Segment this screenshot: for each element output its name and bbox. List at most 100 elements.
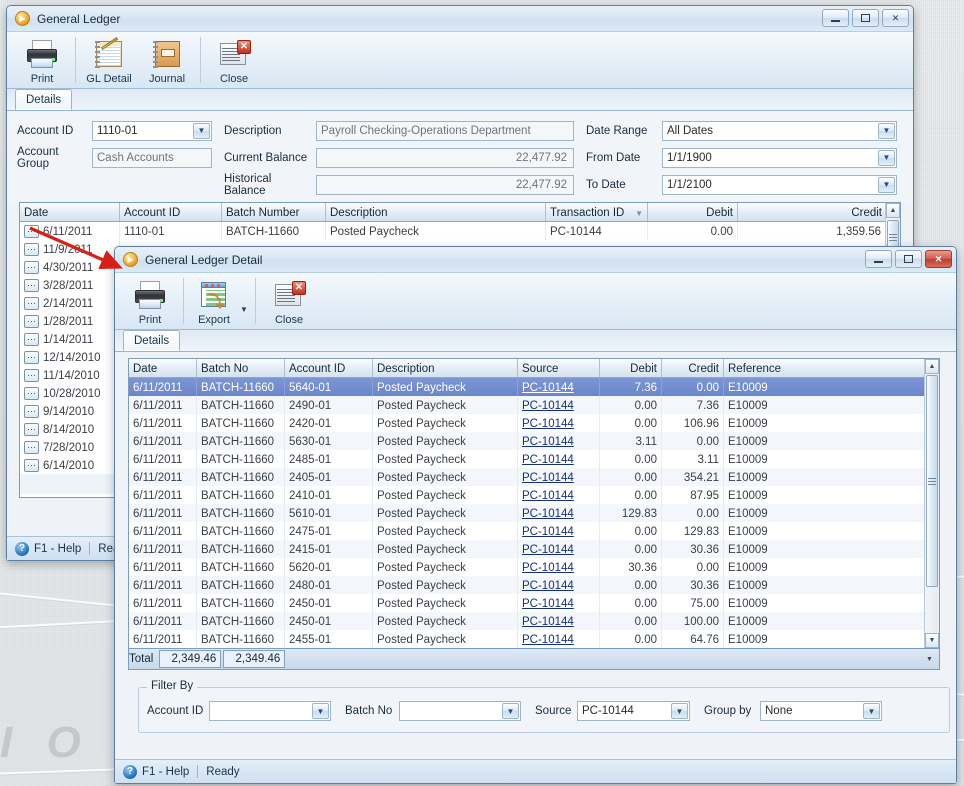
column-header-date[interactable]: Date — [20, 203, 120, 221]
source-link[interactable]: PC-10144 — [522, 526, 574, 538]
source-link[interactable]: PC-10144 — [522, 544, 574, 556]
maximize-icon[interactable] — [852, 9, 879, 27]
scroll-up-icon[interactable]: ▲ — [886, 203, 900, 218]
detail-toolbar[interactable]: Print ⤵ Export ▼ ✕ Close — [115, 273, 956, 330]
table-row[interactable]: 6/11/2011 BATCH-11660 2455-01 Posted Payche… — [129, 630, 939, 648]
chevron-down-icon[interactable]: ▼ — [878, 149, 895, 166]
source-link[interactable]: PC-10144 — [522, 616, 574, 628]
cell-source[interactable]: PC-10144 — [518, 378, 600, 396]
column-header-debit[interactable]: Debit — [600, 359, 662, 377]
journal-button[interactable]: Journal — [138, 35, 196, 87]
column-header-credit[interactable]: Credit — [662, 359, 724, 377]
source-link[interactable]: PC-10144 — [522, 472, 574, 484]
chevron-down-icon[interactable]: ▼ — [878, 122, 895, 139]
close-icon[interactable]: ✕ — [925, 250, 952, 268]
source-link[interactable]: PC-10144 — [522, 580, 574, 592]
minimize-icon[interactable] — [822, 9, 849, 27]
ellipsis-drilldown-icon[interactable]: ··· — [24, 387, 39, 400]
column-header-batch-number[interactable]: Batch Number — [222, 203, 326, 221]
ellipsis-drilldown-icon[interactable]: ··· — [24, 405, 39, 418]
maximize-icon[interactable] — [895, 250, 922, 268]
ellipsis-drilldown-icon[interactable]: ··· — [24, 351, 39, 364]
column-header-source[interactable]: Source — [518, 359, 600, 377]
cell-source[interactable]: PC-10144 — [518, 612, 600, 630]
chevron-down-icon[interactable]: ▼ — [240, 305, 251, 314]
source-link[interactable]: PC-10144 — [522, 436, 574, 448]
source-link[interactable]: PC-10144 — [522, 382, 574, 394]
table-row[interactable]: 6/11/2011 BATCH-11660 2410-01 Posted Payche… — [129, 486, 939, 504]
tab-details[interactable]: Details — [15, 89, 73, 110]
table-row[interactable]: 6/11/2011 BATCH-11660 5620-01 Posted Payche… — [129, 558, 939, 576]
column-header-date[interactable]: Date — [129, 359, 197, 377]
column-header-credit[interactable]: Credit — [738, 203, 886, 221]
filter-source-combo[interactable]: PC-10144 ▼ — [577, 701, 690, 721]
cell-source[interactable]: PC-10144 — [518, 396, 600, 414]
filter-batch-no-combo[interactable]: ▼ — [399, 701, 521, 721]
from-date-combo[interactable]: 1/1/1900 ▼ — [662, 147, 897, 168]
main-help-label[interactable]: F1 - Help — [34, 543, 81, 555]
table-row[interactable]: 6/11/2011 BATCH-11660 2475-01 Posted Payche… — [129, 522, 939, 540]
cell-source[interactable]: PC-10144 — [518, 468, 600, 486]
filter-group-by-combo[interactable]: None ▼ — [760, 701, 882, 721]
export-button[interactable]: ⤵ Export — [188, 276, 240, 328]
main-window-buttons[interactable]: ✕ — [822, 9, 909, 27]
main-toolbar[interactable]: Print GL Detail Journal ✕ Close — [7, 32, 913, 89]
table-row[interactable]: 6/11/2011 BATCH-11660 5610-01 Posted Payche… — [129, 504, 939, 522]
filter-account-id-combo[interactable]: ▼ — [209, 701, 331, 721]
cell-source[interactable]: PC-10144 — [518, 540, 600, 558]
column-header-reference[interactable]: Reference — [724, 359, 926, 377]
ellipsis-drilldown-icon[interactable]: ··· — [24, 441, 39, 454]
cell-source[interactable]: PC-10144 — [518, 450, 600, 468]
ellipsis-drilldown-icon[interactable]: ··· — [24, 459, 39, 472]
detail-print-button[interactable]: Print — [121, 276, 179, 328]
detail-grid-header[interactable]: Date Batch No Account ID Description Sou… — [129, 359, 939, 378]
ellipsis-drilldown-icon[interactable]: ··· — [24, 297, 39, 310]
detail-window-titlebar[interactable]: ▶ General Ledger Detail ✕ — [115, 247, 956, 273]
detail-tabstrip[interactable]: Details — [115, 330, 956, 352]
cell-source[interactable]: PC-10144 — [518, 522, 600, 540]
ellipsis-drilldown-icon[interactable]: ··· — [24, 279, 39, 292]
ellipsis-drilldown-icon[interactable]: ··· — [24, 315, 39, 328]
account-id-combo[interactable]: 1110-01 ▼ — [92, 120, 212, 141]
scroll-down-icon[interactable]: ▼ — [925, 633, 939, 648]
scroll-up-icon[interactable]: ▲ — [925, 359, 939, 374]
scrollbar-thumb[interactable] — [926, 375, 938, 587]
source-link[interactable]: PC-10144 — [522, 634, 574, 646]
to-date-combo[interactable]: 1/1/2100 ▼ — [662, 174, 897, 195]
close-icon[interactable]: ✕ — [882, 9, 909, 27]
ellipsis-drilldown-icon[interactable]: ··· — [24, 243, 39, 256]
general-ledger-detail-window[interactable]: ▶ General Ledger Detail ✕ Print ⤵ Export… — [114, 246, 957, 784]
ellipsis-drilldown-icon[interactable]: ··· — [24, 423, 39, 436]
table-row[interactable]: 6/11/2011 BATCH-11660 2420-01 Posted Payche… — [129, 414, 939, 432]
main-grid-header[interactable]: Date Account ID Batch Number Description… — [20, 203, 900, 222]
table-row[interactable]: 6/11/2011 BATCH-11660 2450-01 Posted Payche… — [129, 594, 939, 612]
source-link[interactable]: PC-10144 — [522, 490, 574, 502]
table-row[interactable]: 6/11/2011 BATCH-11660 5640-01 Posted Payche… — [129, 378, 939, 396]
help-icon[interactable]: ? — [123, 764, 137, 779]
cell-source[interactable]: PC-10144 — [518, 414, 600, 432]
date-range-combo[interactable]: All Dates ▼ — [662, 120, 897, 141]
source-link[interactable]: PC-10144 — [522, 598, 574, 610]
ellipsis-drilldown-icon[interactable]: ··· — [24, 261, 39, 274]
column-header-account-id[interactable]: Account ID — [120, 203, 222, 221]
table-row[interactable]: 6/11/2011 BATCH-11660 2485-01 Posted Payche… — [129, 450, 939, 468]
minimize-icon[interactable] — [865, 250, 892, 268]
chevron-down-icon[interactable]: ▼ — [878, 176, 895, 193]
close-button[interactable]: ✕ Close — [205, 35, 263, 87]
cell-source[interactable]: PC-10144 — [518, 432, 600, 450]
gl-detail-button[interactable]: GL Detail — [80, 35, 138, 87]
ellipsis-drilldown-icon[interactable]: ··· — [24, 225, 39, 238]
chevron-down-icon[interactable]: ▼ — [193, 122, 210, 139]
table-row[interactable]: 6/11/2011 BATCH-11660 2450-01 Posted Payche… — [129, 612, 939, 630]
cell-source[interactable]: PC-10144 — [518, 486, 600, 504]
table-row[interactable]: 6/11/2011 BATCH-11660 2480-01 Posted Payche… — [129, 576, 939, 594]
source-link[interactable]: PC-10144 — [522, 454, 574, 466]
main-window-titlebar[interactable]: ▶ General Ledger ✕ — [7, 6, 913, 32]
main-tabstrip[interactable]: Details — [7, 89, 913, 111]
table-row[interactable]: ··· 6/11/2011 1110-01 BATCH-11660 Posted… — [20, 222, 900, 240]
tab-details[interactable]: Details — [123, 330, 181, 351]
ellipsis-drilldown-icon[interactable]: ··· — [24, 333, 39, 346]
help-icon[interactable]: ? — [15, 541, 29, 556]
chevron-down-icon[interactable]: ▼ — [502, 703, 519, 719]
detail-grid-body[interactable]: 6/11/2011 BATCH-11660 5640-01 Posted Payche… — [129, 378, 939, 648]
